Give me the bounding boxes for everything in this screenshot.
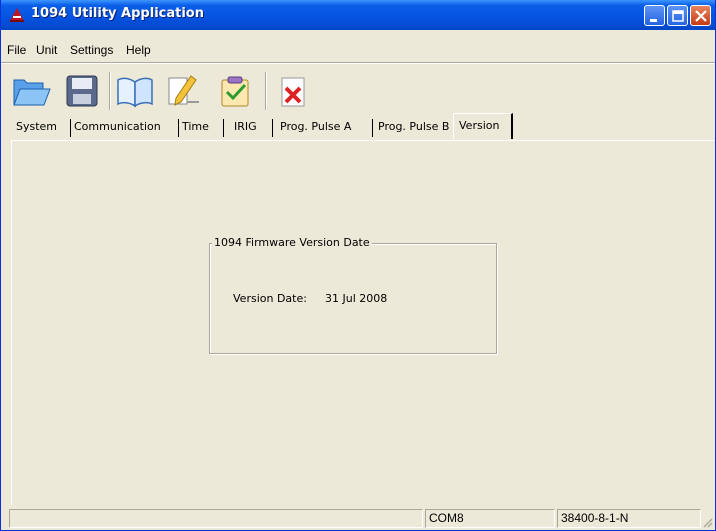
tab-prog-pulse-b[interactable]: Prog. Pulse B bbox=[373, 116, 463, 138]
window-title: 1094 Utility Application bbox=[31, 6, 204, 21]
save-disk-icon bbox=[66, 75, 98, 107]
menu-unit[interactable]: Unit bbox=[36, 43, 57, 57]
menu-divider bbox=[1, 62, 715, 64]
tab-time[interactable]: Time bbox=[177, 116, 221, 138]
menu-file[interactable]: File bbox=[7, 43, 26, 57]
application-window: 1094 Utility Application File Unit Setti… bbox=[0, 0, 716, 531]
open-folder-icon bbox=[13, 79, 51, 106]
close-icon bbox=[695, 10, 707, 22]
firmware-version-group: 1094 Firmware Version Date Version Date:… bbox=[209, 236, 497, 354]
clipboard-check-icon bbox=[221, 76, 249, 107]
status-port: COM8 bbox=[425, 509, 555, 528]
version-date-label: Version Date: bbox=[233, 292, 307, 305]
menu-settings[interactable]: Settings bbox=[70, 43, 113, 57]
tab-label: IRIG bbox=[234, 120, 257, 133]
toolbar-separator bbox=[109, 72, 111, 110]
tab-label: Prog. Pulse A bbox=[280, 120, 352, 133]
pencil-edit-icon bbox=[168, 75, 199, 106]
tab-irig[interactable]: IRIG bbox=[223, 116, 273, 138]
minimize-button[interactable] bbox=[644, 5, 665, 26]
close-button[interactable] bbox=[690, 5, 711, 26]
minimize-icon bbox=[650, 19, 657, 22]
menu-bar: File Unit Settings Help bbox=[1, 40, 715, 60]
tab-label: Communication bbox=[74, 120, 161, 133]
cancel-button[interactable] bbox=[272, 70, 314, 112]
title-bar[interactable]: 1094 Utility Application bbox=[1, 0, 715, 30]
menu-help[interactable]: Help bbox=[126, 43, 151, 57]
group-title: 1094 Firmware Version Date bbox=[212, 236, 372, 249]
tab-system[interactable]: System bbox=[11, 116, 71, 138]
tab-label: System bbox=[16, 120, 58, 133]
open-button[interactable] bbox=[11, 70, 53, 112]
resize-grip-icon[interactable] bbox=[701, 516, 713, 528]
save-button[interactable] bbox=[61, 70, 103, 112]
status-message-pane bbox=[9, 509, 423, 528]
book-button[interactable] bbox=[114, 70, 156, 112]
tab-prog-pulse-a[interactable]: Prog. Pulse A bbox=[275, 116, 373, 138]
edit-button[interactable] bbox=[161, 70, 203, 112]
open-book-icon bbox=[117, 77, 153, 108]
app-logo-icon bbox=[10, 8, 24, 22]
tab-label: Time bbox=[182, 120, 209, 133]
toolbar-separator bbox=[265, 72, 267, 110]
tab-communication[interactable]: Communication bbox=[69, 116, 179, 138]
tab-label: Version bbox=[459, 119, 500, 132]
status-settings: 38400-8-1-N bbox=[557, 509, 701, 528]
status-bar: COM8 38400-8-1-N bbox=[1, 506, 715, 530]
version-date-value: 31 Jul 2008 bbox=[325, 292, 388, 305]
close-x-icon bbox=[281, 77, 305, 107]
tab-label: Prog. Pulse B bbox=[378, 120, 450, 133]
tab-version[interactable]: Version bbox=[453, 113, 513, 139]
maximize-button[interactable] bbox=[667, 5, 688, 26]
check-button[interactable] bbox=[214, 70, 256, 112]
maximize-icon bbox=[672, 10, 684, 22]
